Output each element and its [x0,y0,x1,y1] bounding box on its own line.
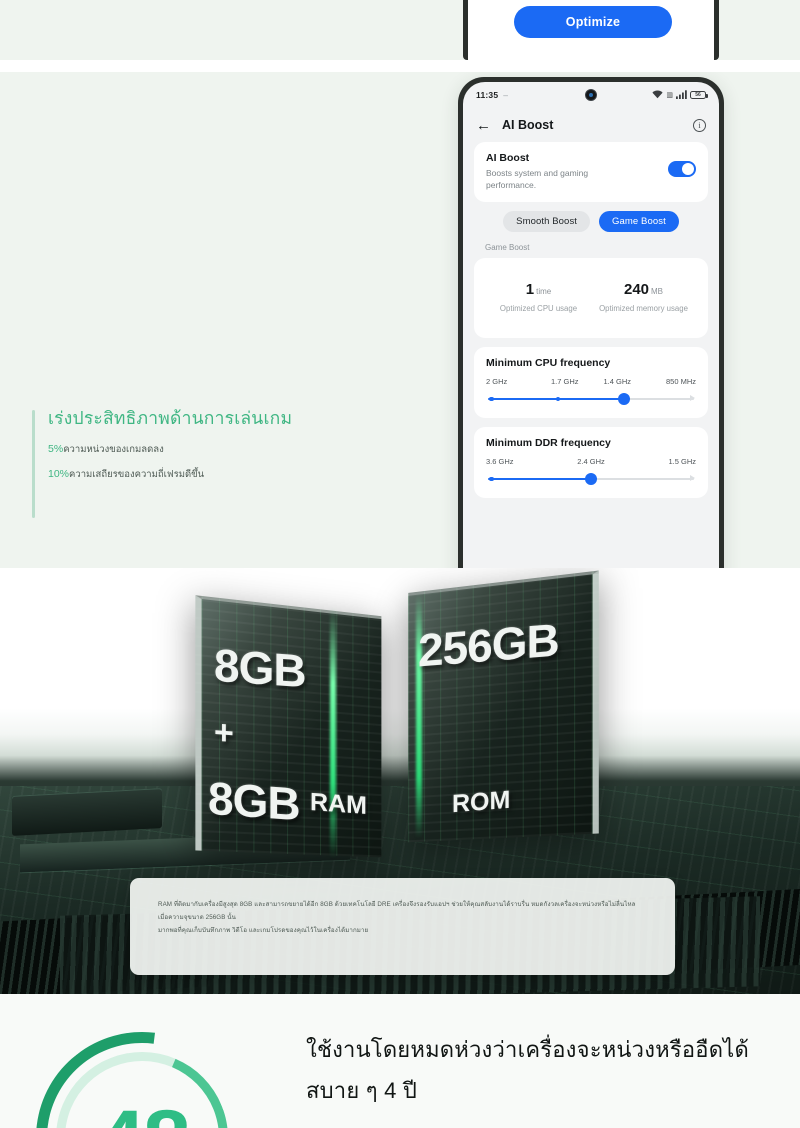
front-camera-icon [585,89,597,101]
ring-number: 48 [68,1098,218,1128]
back-arrow-icon[interactable]: ← [476,118,491,133]
stat-memory-unit: MB [651,286,664,296]
status-bar-time: 11:35 [476,90,499,100]
cpu-frequency-title: Minimum CPU frequency [486,356,611,369]
page-title: AI Boost [502,118,554,132]
battery-icon: 56 [690,90,708,100]
ddr-slider-knob[interactable] [585,472,597,485]
cpu-slider-stop-1[interactable] [555,396,561,402]
ai-boost-card: AI Boost Boosts system and gaming perfor… [474,142,708,202]
info-icon[interactable]: i [693,118,706,132]
boost-mode-chips: Smooth Boost Game Boost [463,210,719,232]
cpu-slider-arrow-icon [690,395,695,402]
ddr-slider-stop-0[interactable] [489,476,494,482]
stat-cpu-value-wrap: 1 time [486,281,591,299]
status-bar-icons: ▥ 56 [652,89,708,101]
ai-bullet-1: 5%ความหน่วงของเกมลดลง [48,443,348,456]
ram-chip-glow [330,607,336,859]
ai-boost-subtitle: Boosts system and gaming performance. [486,168,589,191]
disclaimer-line-2: มากพอที่คุณเก็บบันทึกภาพ วิดีโอ และเกมโป… [158,927,369,935]
ram-capacity-secondary: 8GB [208,771,300,831]
product-page: Optimize เร่งประสิทธิภาพด้านการเล่นเกม 5… [0,0,800,1128]
board-chip-icon [12,788,162,836]
longevity-headline: ใช้งานโดยหมดห่วงว่าเครื่องจะหน่วงหรืออืด… [306,1030,800,1111]
cpu-frequency-card: Minimum CPU frequency 2 GHz 1.7 GHz 1.4 … [474,346,708,418]
cpu-slider-stop-0[interactable] [489,396,494,402]
app-bar: ← AI Boost i [463,108,719,142]
ai-bullet-1-percent: 5% [48,442,64,455]
status-bar-dash: – [503,90,509,100]
ddr-slider-arrow-icon [690,475,695,482]
longevity-section: 48 ใช้งานโดยหมดห่วงว่าเครื่องจะหน่วงหรือ… [0,994,800,1128]
stat-cpu-unit: time [536,286,552,296]
memory-disclaimer: RAM ที่ติดมากับเครื่องมีสูงสุด 8GB และสา… [130,878,675,975]
cpu-tick-0: 2 GHz [486,376,508,386]
signal-bars-icon [676,89,687,101]
disclaimer-line-1: RAM ที่ติดมากับเครื่องมีสูงสุด 8GB และสา… [158,901,636,922]
phone-mockup: 11:35 – ▥ 56 ← AI Boost i AI Boost Boost… [458,77,724,568]
chip-game-boost[interactable]: Game Boost [599,210,679,232]
ai-bullet-2-percent: 10% [48,468,70,481]
game-boost-section-label: Game Boost [485,242,530,252]
ddr-frequency-slider[interactable] [488,472,695,485]
ram-plus-sign: + [214,713,233,753]
ddr-tick-0: 3.6 GHz [486,456,514,466]
cpu-frequency-slider[interactable] [488,392,695,405]
ai-boost-section: เร่งประสิทธิภาพด้านการเล่นเกม 5%ความหน่ว… [0,72,800,568]
ddr-slider-fill [488,477,591,481]
ai-headline: เร่งประสิทธิภาพด้านการเล่นเกม [48,408,293,428]
ddr-frequency-card: Minimum DDR frequency 3.6 GHz 2.4 GHz 1.… [474,426,708,498]
accent-rail [32,410,35,518]
rom-capacity: 256GB [418,613,559,677]
ai-bullet-2: 10%ความเสถียรของความถี่เฟรมดีขึ้น [48,468,348,481]
ai-copy-block: เร่งประสิทธิภาพด้านการเล่นเกม 5%ความหน่ว… [48,407,348,481]
ddr-tick-2: 1.5 GHz [668,456,696,466]
cpu-tick-2: 1.4 GHz [603,376,631,386]
ai-bullet-2-text: ความเสถียรของความถี่เฟรมดีขึ้น [69,469,205,481]
ai-boost-title: AI Boost [486,152,530,164]
stat-cpu-value: 1 [525,280,535,298]
ram-capacity-primary: 8GB [214,638,306,698]
ai-bullet-1-text: ความหน่วงของเกมลดลง [63,443,164,455]
phone-screen: 11:35 – ▥ 56 ← AI Boost i AI Boost Boost… [463,82,719,568]
chip-smooth-boost[interactable]: Smooth Boost [503,210,591,232]
optimize-button[interactable]: Optimize [514,6,672,38]
ai-boost-text: AI Boost Boosts system and gaming perfor… [486,152,668,192]
longevity-headline-line-1: ใช้งานโดยหมดห่วงว่าเครื่องจะหน่วงหรืออืด… [306,1037,749,1062]
stats-card: 1 time Optimized CPU usage 240 MB Optimize… [474,257,708,338]
battery-level-label: 56 [695,92,701,98]
ram-label: RAM [310,788,367,820]
wifi-icon [652,90,663,101]
stat-cpu-caption: Optimized CPU usage [499,303,578,313]
ddr-frequency-title: Minimum DDR frequency [486,436,611,449]
stat-memory-value: 240 [623,280,650,298]
section-divider [0,60,800,72]
cpu-tick-3: 850 MHz [665,376,696,386]
ai-boost-row: AI Boost Boosts system and gaming perfor… [486,152,696,192]
ai-boost-toggle[interactable] [668,161,696,177]
longevity-headline-line-2: สบาย ๆ 4 ปี [306,1077,417,1103]
rom-label: ROM [452,785,511,819]
vibrate-icon: ▥ [666,92,673,99]
phone-frame-partial: Optimize [463,0,719,60]
stat-cpu: 1 time Optimized CPU usage [486,281,591,313]
stats-row: 1 time Optimized CPU usage 240 MB Optimize… [486,268,696,328]
stat-memory-value-wrap: 240 MB [591,281,696,299]
stat-memory: 240 MB Optimized memory usage [591,281,696,313]
ddr-frequency-ticks: 3.6 GHz 2.4 GHz 1.5 GHz [486,457,696,466]
cpu-slider-knob[interactable] [617,392,630,405]
cpu-tick-1: 1.7 GHz [550,376,579,386]
ddr-tick-1: 2.4 GHz [577,456,605,466]
previous-screen-sliver: Optimize [0,0,800,60]
cpu-frequency-ticks: 2 GHz 1.7 GHz 1.4 GHz 850 MHz [486,377,696,386]
stat-memory-caption: Optimized memory usage [599,303,688,313]
